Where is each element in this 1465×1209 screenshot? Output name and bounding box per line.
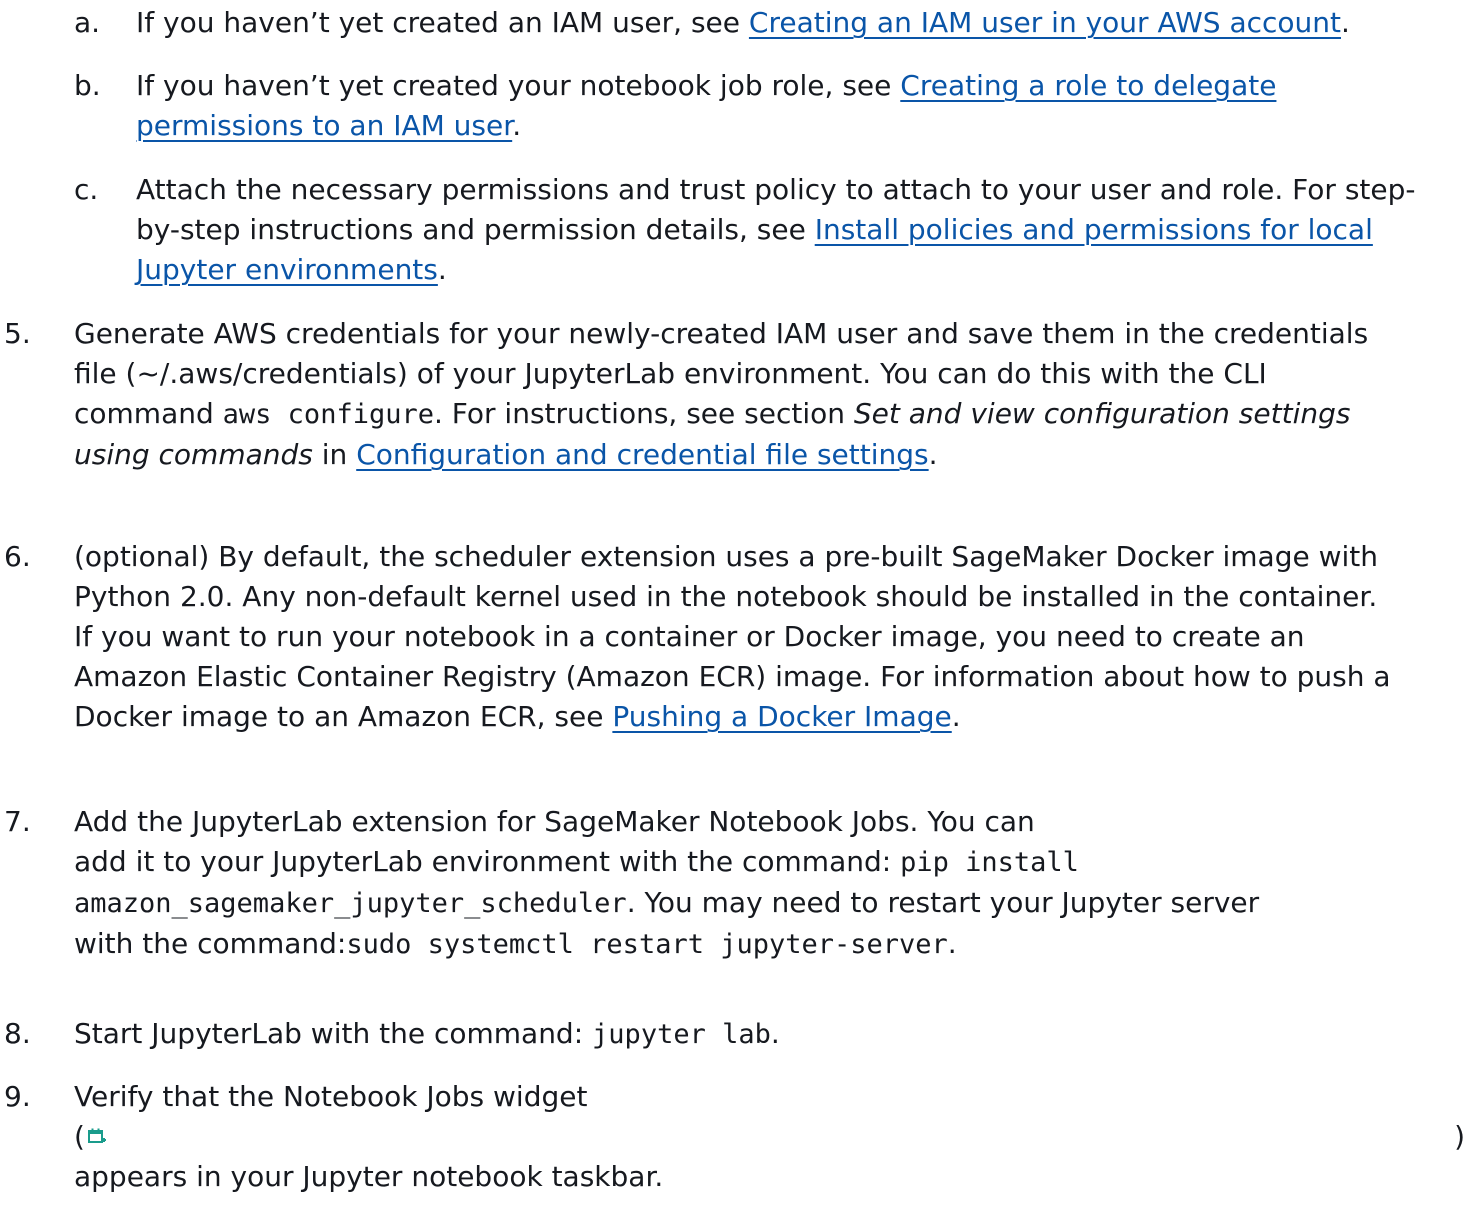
- section-reference: using commands: [74, 438, 313, 471]
- documentation-page: a. If you haven’t yet created an IAM use…: [0, 0, 1465, 1209]
- step-line: appears in your Jupyter notebook taskbar…: [74, 1160, 664, 1193]
- step-content: (optional) By default, the scheduler ext…: [74, 537, 1465, 737]
- step-line: (optional) By default, the scheduler ext…: [74, 540, 1378, 573]
- step-line: Generate AWS credentials for your newly-…: [74, 317, 1369, 350]
- step-line: Docker image to an Amazon ECR, see Pushi…: [74, 697, 1465, 737]
- substep-text: .: [1341, 6, 1350, 39]
- link-install-policies-part2[interactable]: Jupyter environments: [136, 253, 438, 286]
- link-pushing-docker-image[interactable]: Pushing a Docker Image: [612, 700, 951, 733]
- substep-marker: a.: [74, 6, 101, 39]
- step-line: Python 2.0. Any non-default kernel used …: [74, 580, 1378, 613]
- step-content: Verify that the Notebook Jobs widget ( )…: [74, 1077, 1465, 1197]
- step-text: Docker image to an Amazon ECR, see: [74, 700, 613, 733]
- widget-icon-line: ( ): [74, 1117, 1465, 1157]
- step-line: Verify that the Notebook Jobs widget: [74, 1080, 588, 1113]
- inline-code: jupyter lab: [592, 1019, 771, 1050]
- step-text: .: [951, 700, 961, 733]
- substep-marker: b.: [74, 69, 101, 102]
- step-text: Start JupyterLab with the command:: [74, 1017, 593, 1050]
- substep-text: .: [437, 253, 447, 286]
- section-reference: Set and view configuration settings: [853, 397, 1351, 430]
- step-text: add it to your JupyterLab environment wi…: [74, 845, 901, 878]
- step-marker: 7.: [4, 805, 31, 838]
- substep-text: by-step instructions and permission deta…: [136, 213, 815, 246]
- step-line: amazon_sagemaker_jupyter_scheduler. You …: [74, 883, 1465, 924]
- substep-line: Jupyter environments.: [136, 250, 1465, 290]
- step-marker: 6.: [4, 540, 31, 573]
- substep-line: If you haven’t yet created your notebook…: [136, 66, 1465, 106]
- link-create-role-part1[interactable]: Creating a role to delegate: [900, 69, 1276, 102]
- step-line: Start JupyterLab with the command: jupyt…: [74, 1014, 1465, 1055]
- substep-content: Attach the necessary permissions and tru…: [136, 170, 1465, 290]
- substep-text: If you haven’t yet created an IAM user, …: [136, 6, 749, 39]
- step-text: command: [74, 397, 223, 430]
- step-line: file (~/.aws/credentials) of your Jupyte…: [74, 357, 1267, 390]
- close-paren: ): [1454, 1120, 1465, 1153]
- open-paren: (: [74, 1120, 85, 1153]
- link-create-role-part2[interactable]: permissions to an IAM user: [136, 109, 512, 142]
- step-content: Start JupyterLab with the command: jupyt…: [74, 1014, 1465, 1055]
- step-line: with the command:sudo systemctl restart …: [74, 924, 1465, 965]
- step-line: If you want to run your notebook in a co…: [74, 620, 1305, 653]
- substep-line: by-step instructions and permission deta…: [136, 210, 1465, 250]
- inline-code: sudo systemctl restart jupyter-server: [346, 929, 948, 960]
- step-marker: 8.: [4, 1017, 31, 1050]
- step-text: .: [947, 927, 957, 960]
- step-content: Generate AWS credentials for your newly-…: [74, 314, 1465, 475]
- substep-content: If you haven’t yet created your notebook…: [136, 66, 1465, 146]
- notebook-jobs-calendar-icon: [88, 1128, 106, 1143]
- step-text: in: [312, 438, 357, 471]
- substep-text: .: [512, 109, 522, 142]
- substep-text: If you haven’t yet created your notebook…: [136, 69, 901, 102]
- substep-marker: c.: [74, 173, 99, 206]
- step-text: . For instructions, see section: [433, 397, 854, 430]
- link-install-policies-part1[interactable]: Install policies and permissions for loc…: [815, 213, 1373, 246]
- step-line: Add the JupyterLab extension for SageMak…: [74, 805, 1035, 838]
- step-marker: 5.: [4, 317, 31, 350]
- substep-content: If you haven’t yet created an IAM user, …: [136, 3, 1465, 43]
- link-create-iam-user[interactable]: Creating an IAM user in your AWS account: [749, 6, 1341, 39]
- step-line: Amazon Elastic Container Registry (Amazo…: [74, 660, 1391, 693]
- step-line: using commands in Configuration and cred…: [74, 435, 1465, 475]
- substep-line: permissions to an IAM user.: [136, 106, 1465, 146]
- substep-line: Attach the necessary permissions and tru…: [136, 173, 1416, 206]
- step-line: command aws configure. For instructions,…: [74, 394, 1465, 435]
- step-text: .: [928, 438, 938, 471]
- inline-code: aws configure: [222, 399, 434, 430]
- substep-line: If you haven’t yet created an IAM user, …: [136, 3, 1465, 43]
- step-content: Add the JupyterLab extension for SageMak…: [74, 802, 1465, 965]
- step-text: with the command:: [74, 927, 347, 960]
- step-line: add it to your JupyterLab environment wi…: [74, 842, 1465, 883]
- link-config-credential-settings[interactable]: Configuration and credential file settin…: [356, 438, 928, 471]
- inline-code: amazon_sagemaker_jupyter_scheduler: [74, 888, 627, 919]
- step-text: .: [770, 1017, 780, 1050]
- step-marker: 9.: [4, 1080, 31, 1113]
- inline-code: pip install: [900, 847, 1079, 878]
- step-text: . You may need to restart your Jupyter s…: [626, 886, 1260, 919]
